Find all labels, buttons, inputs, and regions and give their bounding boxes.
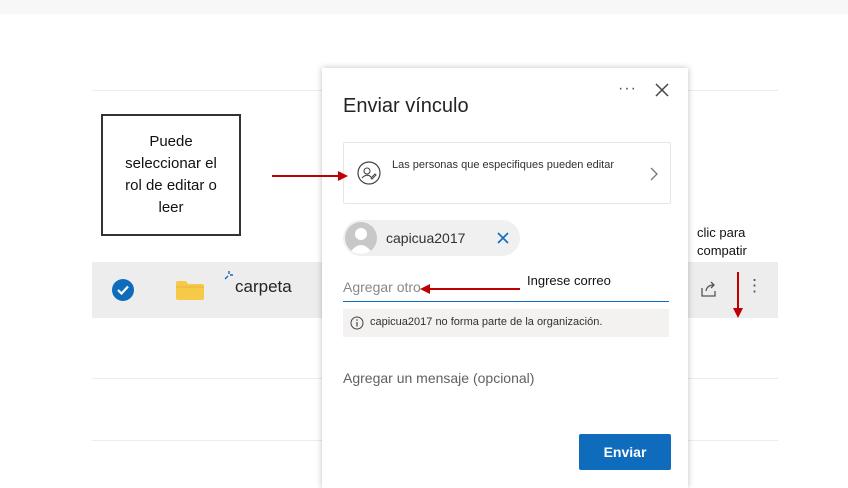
annotation-arrows <box>272 171 743 318</box>
arrow-to-share <box>733 272 743 318</box>
arrow-to-email <box>420 284 520 294</box>
arrow-to-permission <box>272 171 348 181</box>
